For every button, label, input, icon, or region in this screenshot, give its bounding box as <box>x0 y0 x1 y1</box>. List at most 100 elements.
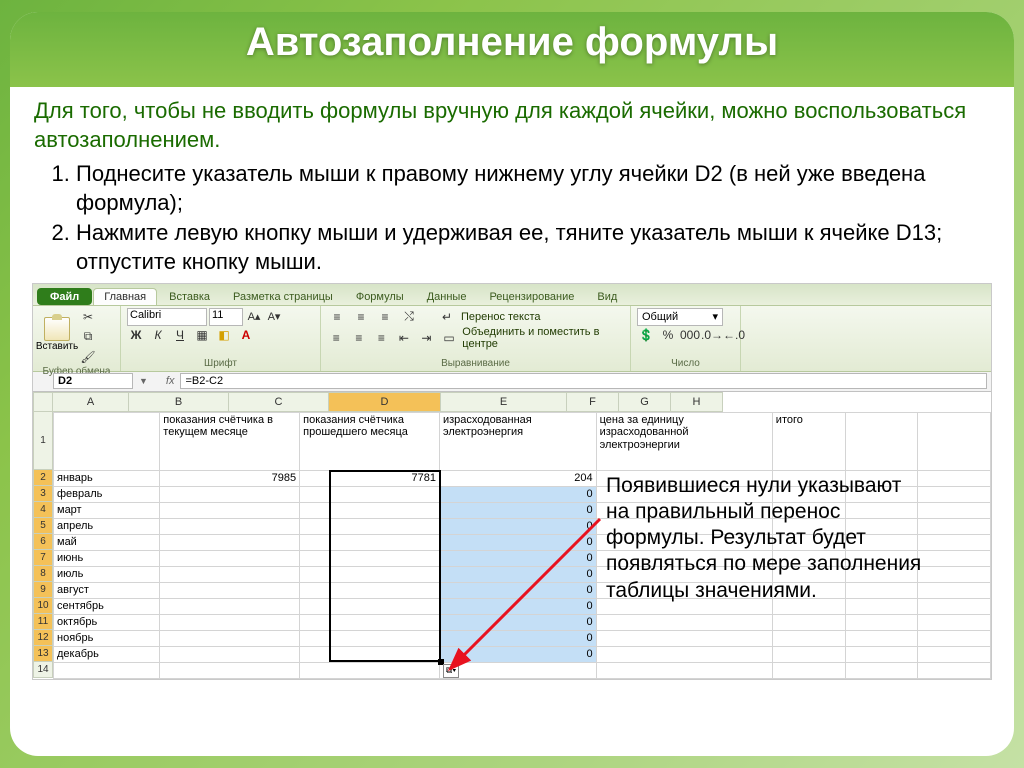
cell[interactable]: 0 <box>439 598 596 614</box>
cell[interactable] <box>918 534 991 550</box>
currency-icon[interactable]: 💲 <box>637 326 655 344</box>
cell[interactable] <box>160 550 300 566</box>
cell[interactable]: 0 <box>439 502 596 518</box>
header-cell[interactable]: цена за единицу израсходованной электроэ… <box>596 412 772 470</box>
cell[interactable]: декабрь <box>54 646 160 662</box>
cell[interactable]: 0 <box>439 534 596 550</box>
cell[interactable] <box>160 598 300 614</box>
cell[interactable] <box>300 502 440 518</box>
indent-dec-icon[interactable]: ⇤ <box>395 329 414 347</box>
cell[interactable] <box>300 614 440 630</box>
merge-icon[interactable]: ▭ <box>440 329 459 347</box>
shrink-font-icon[interactable]: A▾ <box>265 309 283 325</box>
formula-input[interactable]: =B2-C2 <box>180 373 987 389</box>
orientation-icon[interactable]: ⤭ <box>399 308 419 326</box>
cell[interactable]: июнь <box>54 550 160 566</box>
dec-decimal-icon[interactable]: ←.0 <box>725 326 743 344</box>
tab-view[interactable]: Вид <box>586 288 628 305</box>
indent-inc-icon[interactable]: ⇥ <box>417 329 436 347</box>
cell[interactable] <box>596 662 772 678</box>
cell[interactable]: 0 <box>439 566 596 582</box>
cell[interactable]: март <box>54 502 160 518</box>
font-color-icon[interactable]: A <box>237 326 255 344</box>
cell[interactable] <box>596 614 772 630</box>
font-size-select[interactable]: 11 <box>209 308 243 326</box>
cell[interactable] <box>918 614 991 630</box>
tab-data[interactable]: Данные <box>416 288 478 305</box>
cell[interactable]: 0 <box>439 582 596 598</box>
cell[interactable] <box>845 630 918 646</box>
cell[interactable] <box>918 566 991 582</box>
cell[interactable] <box>160 582 300 598</box>
align-middle-icon[interactable]: ≡ <box>351 308 371 326</box>
fx-icon[interactable]: fx <box>166 375 175 387</box>
cell[interactable]: 7985 <box>160 470 300 486</box>
header-cell[interactable] <box>54 412 160 470</box>
cut-icon[interactable]: ✂ <box>79 308 97 326</box>
cell[interactable] <box>918 662 991 678</box>
cell[interactable] <box>918 550 991 566</box>
cell[interactable] <box>918 502 991 518</box>
cell[interactable] <box>918 630 991 646</box>
header-cell[interactable]: показания счётчика в текущем месяце <box>160 412 300 470</box>
wrap-text-label[interactable]: Перенос текста <box>461 311 541 323</box>
cell[interactable] <box>845 662 918 678</box>
inc-decimal-icon[interactable]: .0→ <box>703 326 721 344</box>
underline-icon[interactable]: Ч <box>171 326 189 344</box>
header-cell[interactable]: израсходованная электроэнергия <box>439 412 596 470</box>
percent-icon[interactable]: % <box>659 326 677 344</box>
name-box[interactable]: D2 <box>53 373 133 389</box>
cell[interactable]: ноябрь <box>54 630 160 646</box>
tab-file[interactable]: Файл <box>37 288 92 305</box>
cell[interactable] <box>300 630 440 646</box>
cell[interactable]: январь <box>54 470 160 486</box>
cell[interactable]: 0 <box>439 630 596 646</box>
cell[interactable]: 7781 <box>300 470 440 486</box>
cell[interactable] <box>160 646 300 662</box>
cell[interactable]: 0 <box>439 550 596 566</box>
cell[interactable] <box>300 518 440 534</box>
align-left-icon[interactable]: ≡ <box>327 329 346 347</box>
font-name-select[interactable]: Calibri <box>127 308 207 326</box>
cell[interactable] <box>596 646 772 662</box>
cell[interactable]: август <box>54 582 160 598</box>
autofill-options-button[interactable]: ⧉▾ <box>443 664 459 678</box>
cell[interactable]: 0 <box>439 646 596 662</box>
cell[interactable]: сентябрь <box>54 598 160 614</box>
cell[interactable]: 0 <box>439 486 596 502</box>
align-right-icon[interactable]: ≡ <box>372 329 391 347</box>
tab-page-layout[interactable]: Разметка страницы <box>222 288 344 305</box>
header-cell[interactable] <box>918 412 991 470</box>
cell[interactable] <box>300 662 440 678</box>
border-icon[interactable]: ▦ <box>193 326 211 344</box>
cell[interactable]: февраль <box>54 486 160 502</box>
fill-color-icon[interactable]: ◧ <box>215 326 233 344</box>
cell[interactable]: 0 <box>439 614 596 630</box>
cell[interactable] <box>439 662 596 678</box>
cell[interactable] <box>160 486 300 502</box>
tab-review[interactable]: Рецензирование <box>478 288 585 305</box>
cell[interactable] <box>54 662 160 678</box>
cell[interactable] <box>300 534 440 550</box>
wrap-text-icon[interactable]: ↵ <box>437 308 457 326</box>
cell[interactable] <box>772 614 845 630</box>
cell[interactable] <box>918 470 991 486</box>
tab-home[interactable]: Главная <box>93 288 157 305</box>
cell[interactable] <box>300 598 440 614</box>
cell[interactable] <box>300 646 440 662</box>
cell[interactable] <box>160 518 300 534</box>
cell[interactable] <box>918 582 991 598</box>
format-painter-icon[interactable]: 🖌 <box>79 348 97 366</box>
cell[interactable] <box>160 630 300 646</box>
tab-formulas[interactable]: Формулы <box>345 288 415 305</box>
copy-icon[interactable]: ⧉ <box>79 328 97 346</box>
cell[interactable] <box>772 662 845 678</box>
cell[interactable] <box>772 630 845 646</box>
cell[interactable]: апрель <box>54 518 160 534</box>
cell[interactable]: 204 <box>439 470 596 486</box>
cell[interactable] <box>160 566 300 582</box>
cell[interactable] <box>772 646 845 662</box>
cell[interactable] <box>160 614 300 630</box>
grow-font-icon[interactable]: A▴ <box>245 309 263 325</box>
align-top-icon[interactable]: ≡ <box>327 308 347 326</box>
